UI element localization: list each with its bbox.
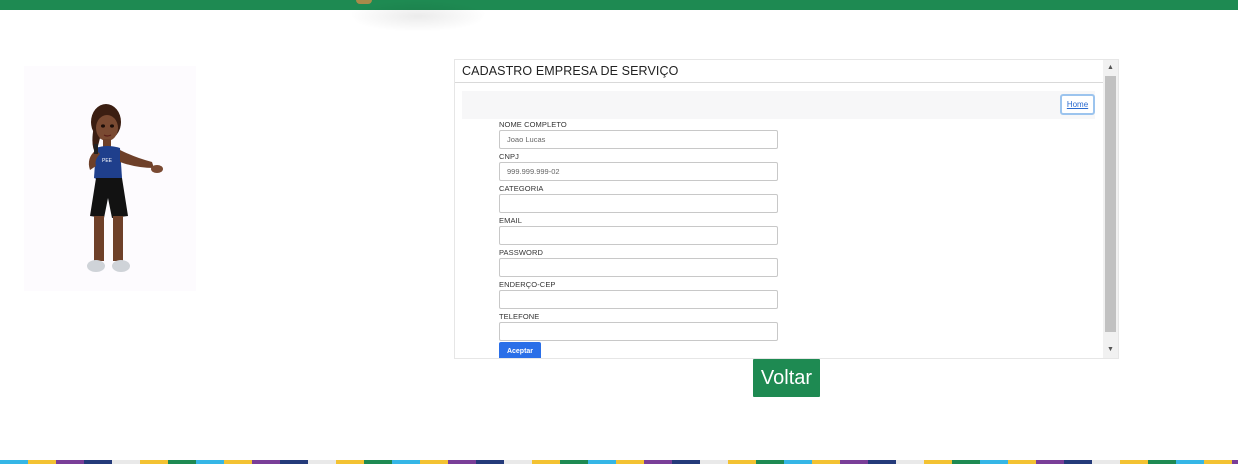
scroll-thumb[interactable] bbox=[1105, 76, 1116, 332]
cnpj-input[interactable]: 999.999.999-02 bbox=[499, 162, 778, 181]
svg-text:PEE: PEE bbox=[102, 158, 113, 164]
back-button[interactable]: Voltar bbox=[753, 359, 820, 397]
avatar-illustration-icon: PEE bbox=[87, 104, 163, 272]
scroll-down-icon[interactable]: ▼ bbox=[1103, 342, 1118, 356]
logo-shadow bbox=[348, 0, 488, 32]
phone-input[interactable] bbox=[499, 322, 778, 341]
address-cep-input[interactable] bbox=[499, 290, 778, 309]
name-input[interactable]: Joao Lucas bbox=[499, 130, 778, 149]
top-navbar bbox=[0, 0, 1238, 10]
category-label: CATEGORIA bbox=[499, 184, 544, 193]
registration-frame[interactable]: CADASTRO EMPRESA DE SERVIÇO Home NOME CO… bbox=[454, 59, 1119, 359]
submit-button[interactable]: Aceptar bbox=[499, 342, 541, 358]
frame-scrollbar[interactable]: ▲ ▼ bbox=[1103, 60, 1118, 358]
password-input[interactable] bbox=[499, 258, 778, 277]
page-title: CADASTRO EMPRESA DE SERVIÇO bbox=[462, 64, 679, 78]
email-label: EMAIL bbox=[499, 216, 523, 225]
cnpj-label: CNPJ bbox=[499, 152, 519, 161]
frame-navbar: Home bbox=[462, 91, 1095, 119]
avatar-panel: PEE bbox=[24, 66, 196, 291]
frame-header: CADASTRO EMPRESA DE SERVIÇO bbox=[455, 60, 1103, 83]
address-cep-label: ENDERÇO-CEP bbox=[499, 280, 556, 289]
page: PEE CADASTRO EMPRESA DE SERVIÇO Home NOM… bbox=[0, 0, 1238, 464]
category-input[interactable] bbox=[499, 194, 778, 213]
home-button[interactable]: Home bbox=[1060, 94, 1095, 115]
email-input[interactable] bbox=[499, 226, 778, 245]
phone-label: TELEFONE bbox=[499, 312, 540, 321]
logo-icon[interactable] bbox=[356, 0, 372, 4]
decorative-footer-stripe bbox=[0, 460, 1238, 464]
scroll-up-icon[interactable]: ▲ bbox=[1103, 60, 1118, 74]
password-label: PASSWORD bbox=[499, 248, 543, 257]
name-label: NOME COMPLETO bbox=[499, 120, 567, 129]
